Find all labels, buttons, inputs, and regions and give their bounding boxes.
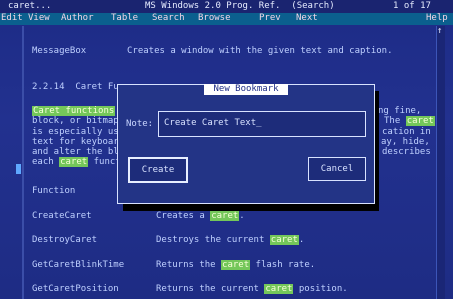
- para-line-5: and alter the bl: [32, 147, 119, 157]
- hl-caret-functions: Caret functions: [32, 106, 116, 116]
- menu-browse[interactable]: Browse: [198, 13, 231, 23]
- help-app-window: caret... MS Windows 2.0 Prog. Ref. (Sear…: [0, 0, 453, 299]
- desc-pre: Returns the current: [156, 284, 259, 294]
- para-line-1: Caret functions: [32, 106, 116, 116]
- para-line-3b: cation in: [382, 127, 431, 137]
- hl-caret: caret: [264, 284, 294, 294]
- para-line-2b: The caret: [384, 116, 435, 126]
- title-bar: caret... MS Windows 2.0 Prog. Ref. (Sear…: [0, 0, 453, 13]
- window-title: MS Windows 2.0 Prog. Ref. (Search): [145, 1, 335, 11]
- menu-table[interactable]: Table: [111, 13, 138, 23]
- desc-post: position.: [298, 284, 348, 294]
- link-getcaretblinktime[interactable]: GetCaretBlinkTime: [32, 260, 124, 270]
- para-line-2: block, or bitmap: [32, 116, 119, 126]
- hl-caret: caret: [405, 116, 435, 126]
- para-line-5b: describes: [382, 147, 431, 157]
- desc-post: .: [298, 235, 305, 245]
- desc-pre: Creates a: [156, 211, 205, 221]
- note-input[interactable]: Create Caret Text_: [158, 111, 366, 137]
- para-line-4b: ay, hide,: [381, 137, 430, 147]
- createcaret-desc: Creates a caret.: [156, 211, 245, 221]
- cancel-button[interactable]: Cancel: [308, 157, 366, 181]
- para-line-6-pre: each: [32, 157, 54, 167]
- bookmark-marker: [16, 164, 21, 174]
- menu-help[interactable]: Help: [426, 13, 448, 23]
- note-input-value: Create Caret Text_: [164, 118, 262, 128]
- menu-prev[interactable]: Prev: [259, 13, 281, 23]
- para-line-4: text for keyboar: [32, 137, 119, 147]
- menu-author[interactable]: Author: [61, 13, 94, 23]
- menu-search[interactable]: Search: [152, 13, 185, 23]
- note-label: Note:: [126, 119, 154, 129]
- link-messagebox[interactable]: MessageBox: [32, 46, 86, 56]
- menu-edit[interactable]: Edit: [1, 13, 23, 23]
- messagebox-desc: Creates a window with the given text and…: [127, 46, 393, 56]
- hl-caret: caret: [210, 211, 240, 221]
- section-heading: 2.2.14 Caret Fu: [32, 82, 119, 92]
- topic-title: caret...: [8, 1, 52, 11]
- menu-next[interactable]: Next: [296, 13, 318, 23]
- para-line-1b: ng fine,: [378, 106, 422, 116]
- destroycaret-desc: Destroys the current caret.: [156, 235, 304, 245]
- function-header: Function: [32, 186, 76, 196]
- new-bookmark-dialog: New Bookmark Note: Create Caret Text_ Cr…: [117, 84, 375, 204]
- para-line-3: is especially us: [32, 127, 119, 137]
- link-createcaret[interactable]: CreateCaret: [32, 211, 92, 221]
- hl-caret: caret: [59, 157, 89, 167]
- desc-pre: Destroys the current: [156, 235, 265, 245]
- link-destroycaret[interactable]: DestroyCaret: [32, 235, 97, 245]
- hl-caret: caret: [221, 260, 251, 270]
- create-button[interactable]: Create: [128, 157, 188, 183]
- menu-view[interactable]: View: [28, 13, 50, 23]
- hl-caret: caret: [269, 235, 299, 245]
- page-counter: 1 of 17: [393, 1, 431, 11]
- dialog-title: New Bookmark: [204, 84, 288, 95]
- link-getcaretposition[interactable]: GetCaretPosition: [32, 284, 119, 294]
- desc-post: flash rate.: [255, 260, 316, 270]
- vertical-scrollbar[interactable]: ↑: [436, 26, 445, 299]
- menu-bar: Edit View Author Table Search Browse Pre…: [0, 13, 453, 25]
- getcaretposition-desc: Returns the current caret position.: [156, 284, 348, 294]
- para-line-6: each caret funct: [32, 157, 121, 167]
- para-line-2b-text: The: [384, 116, 401, 126]
- getcaretblinktime-desc: Returns the caret flash rate.: [156, 260, 315, 270]
- desc-post: .: [239, 211, 245, 221]
- desc-pre: Returns the: [156, 260, 216, 270]
- scroll-up-arrow-icon[interactable]: ↑: [437, 26, 442, 36]
